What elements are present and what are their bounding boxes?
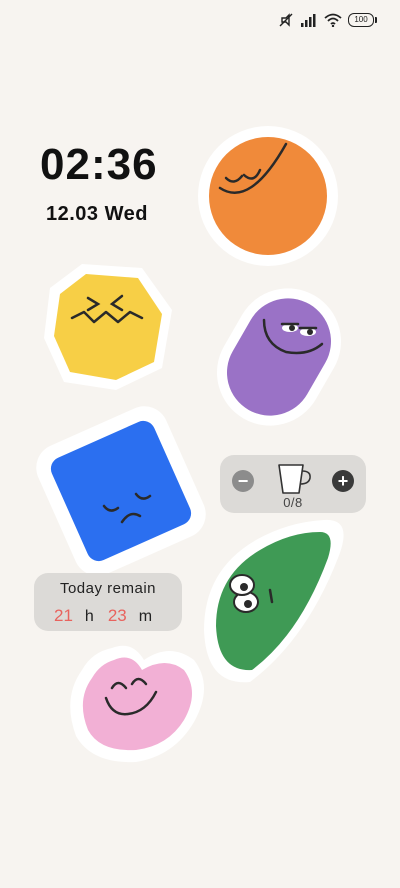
purple-pill-sticker[interactable]: [204, 282, 354, 432]
remain-hours-unit: h: [84, 608, 94, 625]
today-remain-time: 21 h 23 m: [54, 606, 166, 626]
remain-minutes: 23: [107, 606, 127, 625]
wifi-icon: [324, 13, 342, 27]
orange-circle-sticker[interactable]: [190, 118, 346, 274]
green-half-circle-sticker[interactable]: [196, 510, 356, 692]
pink-heart-sticker[interactable]: [62, 632, 214, 768]
clock-time: 02:36: [40, 140, 158, 189]
mute-vibrate-icon: [279, 13, 293, 27]
signal-icon: [301, 14, 316, 27]
water-increase-button[interactable]: +: [332, 470, 354, 492]
water-tracker-widget: − 0/8 +: [220, 455, 366, 513]
remain-minutes-unit: m: [138, 608, 153, 625]
blue-square-sticker[interactable]: [36, 406, 206, 576]
cup-icon: [278, 464, 311, 494]
water-count: 0/8: [283, 495, 303, 510]
today-remain-widget: Today remain 21 h 23 m: [34, 573, 182, 631]
battery-indicator: 100: [348, 13, 377, 27]
today-remain-title: Today remain: [59, 580, 157, 597]
yellow-octagon-sticker[interactable]: [38, 258, 178, 398]
remain-hours: 21: [54, 606, 73, 625]
clock-date: 12.03 Wed: [46, 203, 148, 225]
status-bar: 100: [278, 10, 377, 30]
water-decrease-button[interactable]: −: [232, 470, 254, 492]
